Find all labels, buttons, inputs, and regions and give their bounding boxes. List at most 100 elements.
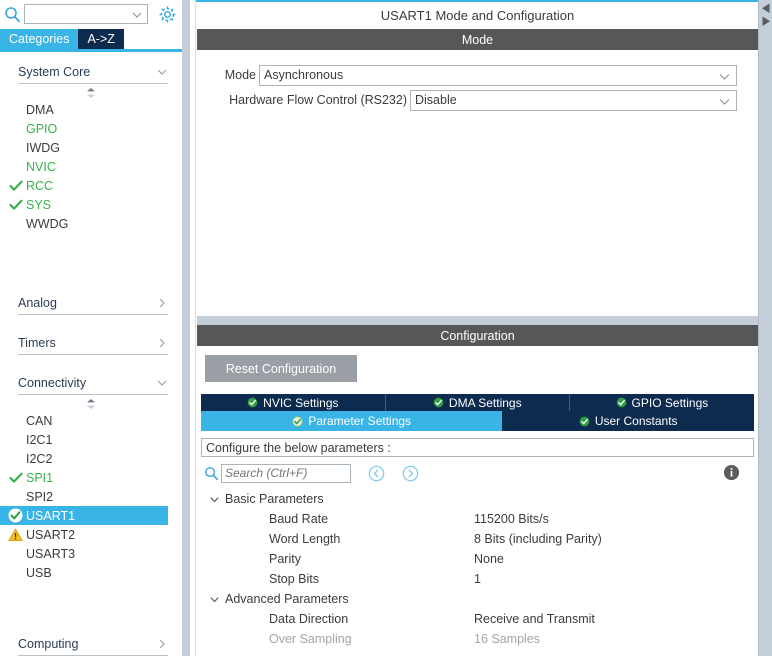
sidebar-item-label: WWDG [26,216,69,231]
peripheral-category-sidebar: Categories A->Z System Core DMA GPIO IWD… [0,0,190,656]
sidebar-item-nvic[interactable]: NVIC [0,157,182,176]
sidebar-section-title: Timers [18,335,56,350]
sidebar-item-label: I2C2 [26,451,53,466]
check-circle-icon [8,508,23,523]
sidebar-item-rcc[interactable]: RCC [0,176,182,195]
sidebar-section-header-system-core[interactable]: System Core [18,60,168,84]
next-circle-icon[interactable] [402,465,419,482]
peripheral-search-input[interactable] [25,5,147,23]
sidebar-section-title: System Core [18,64,91,79]
scroll-down-arrow-icon[interactable] [761,16,771,26]
configuration-tabs-row-2: Parameter Settings User Constants [201,411,754,431]
panel-splitter[interactable] [197,316,758,325]
sidebar-item-usb[interactable]: USB [0,563,182,582]
parameter-value[interactable]: None [474,552,754,566]
parameter-value[interactable]: 115200 Bits/s [474,512,754,526]
status-none-icon [8,489,23,504]
tab-label: User Constants [594,414,678,428]
gear-icon[interactable] [154,0,180,28]
sidebar-section-header-computing[interactable]: Computing [18,632,168,656]
sidebar-item-usart3[interactable]: USART3 [0,544,182,563]
sidebar-item-gpio[interactable]: GPIO [0,119,182,138]
parameter-row-stop-bits[interactable]: Stop Bits 1 [201,569,754,589]
status-none-icon [8,546,23,561]
mode-select[interactable]: Asynchronous [259,64,737,86]
sidebar-section-header-timers[interactable]: Timers [18,331,168,355]
parameter-value[interactable]: Receive and Transmit [474,612,754,626]
mode-field-label: Mode [224,68,256,82]
sidebar-item-spi2[interactable]: SPI2 [0,487,182,506]
reset-configuration-button[interactable]: Reset Configuration [205,355,357,382]
sidebar-tabs: Categories A->Z [0,29,182,52]
main-panel-scrollbar[interactable] [758,0,772,656]
prev-circle-icon[interactable] [368,465,385,482]
mode-field-row: Mode Asynchronous [197,64,742,86]
parameter-row-baud-rate[interactable]: Baud Rate 115200 Bits/s [201,509,754,529]
sidebar-item-spi1[interactable]: SPI1 [0,468,182,487]
chevron-down-icon[interactable] [132,9,142,19]
tab-parameter-settings[interactable]: Parameter Settings [201,411,503,431]
parameter-value[interactable]: 1 [474,572,754,586]
chevron-down-icon [156,377,168,389]
sidebar-section-title: Computing [18,636,79,651]
parameter-search-input[interactable] [222,464,350,482]
chevron-down-icon[interactable] [209,494,225,505]
sidebar-section-system-core: System Core DMA GPIO IWDG NVIC RCC SYS W… [0,60,182,233]
sidebar-section-title: Connectivity [18,375,87,390]
list-scroll-spinner-icon[interactable] [0,397,182,411]
sidebar-item-label: I2C1 [26,432,53,447]
parameter-group-basic[interactable]: Basic Parameters [201,489,754,509]
mode-section-header: Mode [197,29,758,50]
tab-gpio-settings[interactable]: GPIO Settings [569,394,754,411]
sidebar-section-header-connectivity[interactable]: Connectivity [18,371,168,395]
status-none-icon [8,121,23,136]
check-icon [8,470,23,485]
tab-dma-settings[interactable]: DMA Settings [385,394,570,411]
parameter-value[interactable]: 8 Bits (including Parity) [474,532,754,546]
tab-user-constants[interactable]: User Constants [502,411,754,431]
parameter-row-data-direction[interactable]: Data Direction Receive and Transmit [201,609,754,629]
sidebar-item-label: USART3 [26,546,76,561]
sidebar-item-wwdg[interactable]: WWDG [0,214,182,233]
parameter-search-box[interactable] [221,463,351,483]
configuration-tabs-row-1: NVIC Settings DMA Settings GPIO Settings [201,394,754,411]
sidebar-item-label: USART1 [26,508,76,523]
sidebar-item-label: NVIC [26,159,56,174]
info-icon[interactable] [723,464,740,481]
sidebar-item-dma[interactable]: DMA [0,100,182,119]
parameter-row-over-sampling: Over Sampling 16 Samples [201,629,754,649]
sidebar-list-system-core: DMA GPIO IWDG NVIC RCC SYS WWDG [0,84,182,233]
parameter-group-advanced[interactable]: Advanced Parameters [201,589,754,609]
sidebar-tab-a-to-z[interactable]: A->Z [78,29,124,49]
chevron-down-icon[interactable] [719,71,730,82]
peripheral-search-box[interactable] [24,4,148,24]
tab-nvic-settings[interactable]: NVIC Settings [201,394,386,411]
parameter-name: Stop Bits [269,572,320,586]
list-scroll-spinner-icon[interactable] [0,86,182,100]
check-circle-icon [616,397,627,408]
chevron-down-icon[interactable] [209,594,225,605]
sidebar-item-usart1[interactable]: USART1 [0,506,168,525]
sidebar-item-sys[interactable]: SYS [0,195,182,214]
parameter-toolbar [201,460,754,486]
check-circle-icon [433,397,444,408]
sidebar-item-i2c2[interactable]: I2C2 [0,449,182,468]
sidebar-item-iwdg[interactable]: IWDG [0,138,182,157]
hardware-flow-control-select[interactable]: Disable [410,89,737,111]
chevron-down-icon[interactable] [719,96,730,107]
sidebar-item-i2c1[interactable]: I2C1 [0,430,182,449]
sidebar-tab-categories[interactable]: Categories [0,29,79,49]
sidebar-item-label: GPIO [26,121,58,136]
sidebar-section-header-analog[interactable]: Analog [18,291,168,315]
panel-left-rail [190,0,196,656]
scroll-up-arrow-icon[interactable] [761,3,771,13]
sidebar-scrollbar[interactable] [182,0,190,656]
sidebar-search-row [0,0,182,28]
sidebar-item-can[interactable]: CAN [0,411,182,430]
configuration-section-body: Reset Configuration NVIC Settings DMA Se… [197,346,758,656]
status-none-icon [8,432,23,447]
parameter-row-parity[interactable]: Parity None [201,549,754,569]
stm32cubemx-pinout-configuration-window: Categories A->Z System Core DMA GPIO IWD… [0,0,772,656]
parameter-row-word-length[interactable]: Word Length 8 Bits (including Parity) [201,529,754,549]
sidebar-item-usart2[interactable]: USART2 [0,525,182,544]
